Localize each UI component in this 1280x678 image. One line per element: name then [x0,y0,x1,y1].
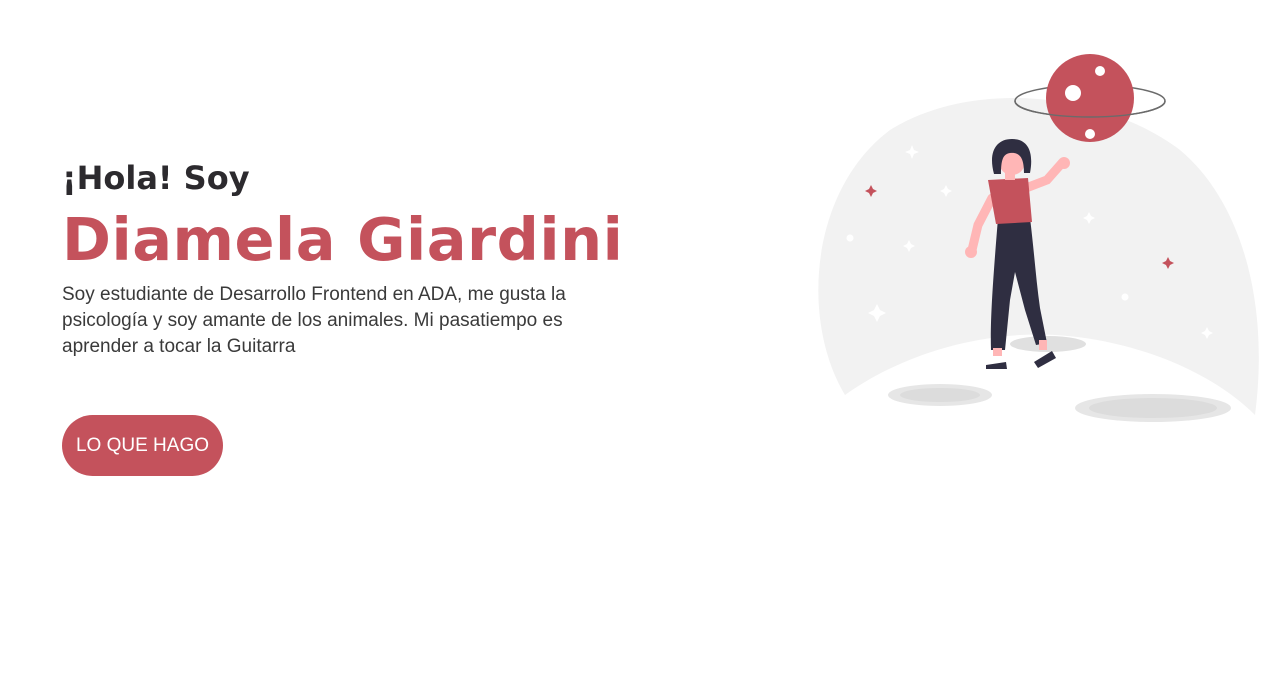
name-heading: Diamela Giardini [62,205,624,274]
bio-text: Soy estudiante de Desarrollo Frontend en… [62,284,566,357]
hero-section: ¡Hola! Soy Diamela Giardini Soy estudian… [0,0,1280,678]
space-girl-illustration [818,54,1259,422]
ground-shadow-right-inner [1089,398,1217,418]
feet-shadow [1010,336,1086,352]
greeting-heading: ¡Hola! Soy [62,159,250,197]
intro-block: ¡Hola! Soy Diamela Giardini Soy estudian… [62,156,662,360]
ground-shadow-left-inner [900,388,980,402]
lo-que-hago-button[interactable]: LO QUE HAGO [62,415,223,476]
